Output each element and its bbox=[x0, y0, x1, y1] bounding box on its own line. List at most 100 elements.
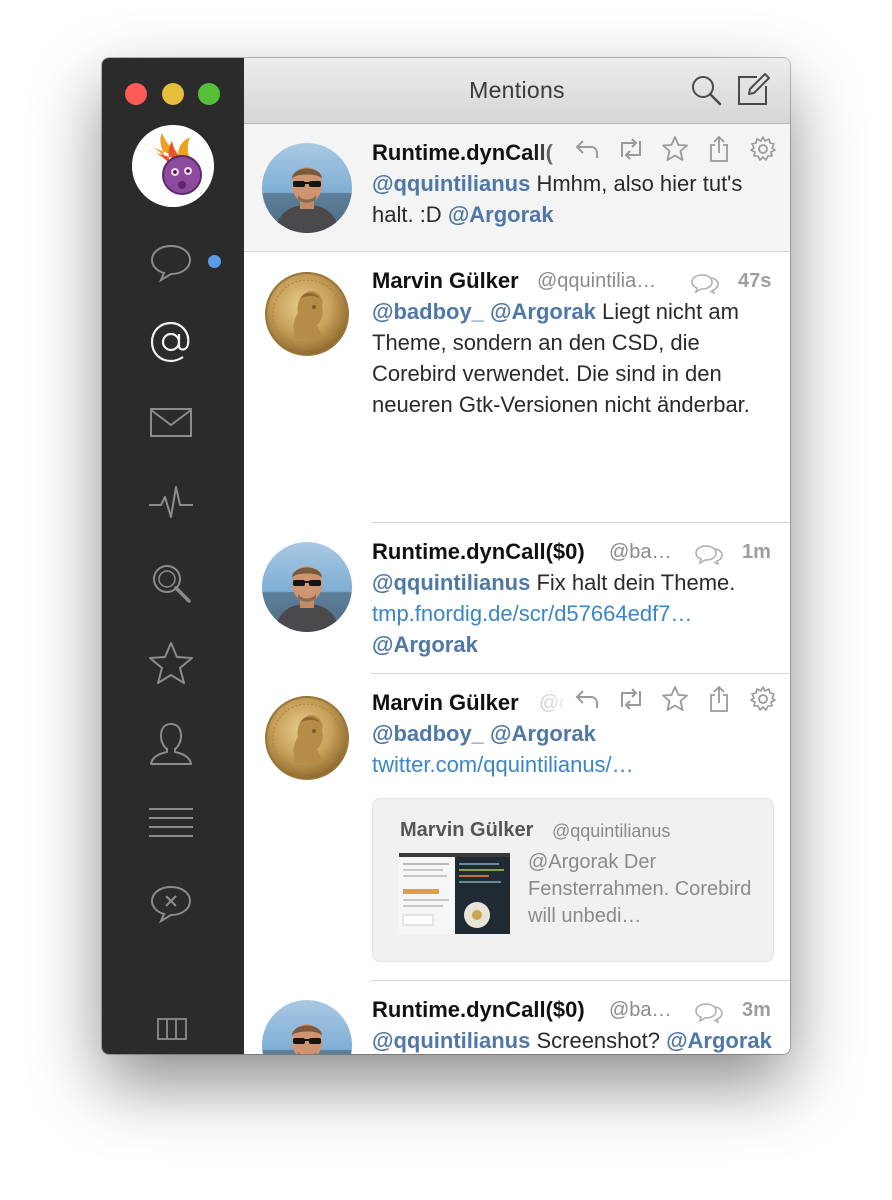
quoted-author-handle[interactable]: @qquintilianus bbox=[552, 821, 670, 842]
man-sunglasses-avatar-icon bbox=[262, 542, 352, 632]
conversation-icon bbox=[695, 1003, 723, 1023]
favorite-button[interactable] bbox=[660, 134, 690, 164]
columns-toggle[interactable] bbox=[155, 1014, 189, 1044]
tweet-item[interactable]: Runtime.dynCall($0) @ba… 3m @qquintilian… bbox=[244, 981, 790, 1054]
mention-link[interactable]: @Argorak bbox=[448, 202, 554, 227]
author-handle[interactable]: @ba… bbox=[609, 541, 684, 564]
mention-link[interactable]: @qquintilianus bbox=[372, 171, 530, 196]
mention-link[interactable]: @Argorak bbox=[372, 632, 478, 657]
search-icon bbox=[153, 565, 191, 603]
favorite-icon bbox=[662, 136, 688, 161]
reply-button[interactable] bbox=[572, 684, 602, 714]
screenshot-thumbnail-icon bbox=[399, 853, 510, 934]
star-icon bbox=[149, 642, 193, 684]
author-avatar[interactable] bbox=[262, 1000, 352, 1054]
tweet-text: @qquintilianus Hmhm, also hier tut's hal… bbox=[372, 168, 772, 230]
main-panel: Mentions Runtime.dynCall(@qquintilianus… bbox=[244, 58, 790, 1054]
favorite-icon bbox=[662, 686, 688, 711]
tweet-time[interactable]: 3m bbox=[742, 999, 771, 1022]
app-window: Mentions Runtime.dynCall(@qquintilianus… bbox=[102, 58, 790, 1054]
sidebar-item-activity[interactable] bbox=[143, 475, 199, 531]
chat-bubble-icon bbox=[150, 244, 192, 283]
tweet-text: @badboy_ @Argorak Liegt nicht am Theme, … bbox=[372, 296, 772, 420]
filter-icon bbox=[150, 885, 192, 924]
sidebar-item-search[interactable] bbox=[143, 555, 199, 611]
sidebar-item-lists[interactable] bbox=[143, 795, 199, 851]
mention-link[interactable]: @qquintilianus bbox=[372, 1028, 530, 1053]
compose-button[interactable] bbox=[735, 72, 771, 108]
man-sunglasses-avatar-icon bbox=[262, 1000, 352, 1054]
zoom-window-button[interactable] bbox=[198, 83, 220, 105]
settings-button[interactable] bbox=[748, 684, 778, 714]
retweet-button[interactable] bbox=[616, 684, 646, 714]
gold-coin-avatar-icon bbox=[262, 693, 352, 783]
tweet-actions bbox=[572, 134, 778, 164]
tweet-actions bbox=[572, 684, 778, 714]
quoted-author-name[interactable]: Marvin Gülker bbox=[400, 819, 533, 842]
tweet-item[interactable]: Runtime.dynCall($0) @ba… 1m @qquintilian… bbox=[244, 523, 790, 674]
tweet-item[interactable]: Marvin Gülker @qquintilia… 47s @badboy_ … bbox=[244, 252, 790, 523]
man-sunglasses-avatar-icon bbox=[262, 143, 352, 233]
sidebar-item-mentions[interactable] bbox=[143, 314, 199, 370]
close-window-button[interactable] bbox=[125, 83, 147, 105]
gold-coin-avatar-icon bbox=[262, 269, 352, 359]
settings-icon bbox=[750, 136, 776, 161]
url-link[interactable]: twitter.com/qquintilianus/… bbox=[372, 752, 634, 777]
mention-link[interactable]: @qquintilianus bbox=[372, 570, 530, 595]
share-button[interactable] bbox=[704, 684, 734, 714]
author-avatar[interactable] bbox=[262, 143, 352, 233]
tweet-item[interactable]: Marvin Gülker @c bbox=[244, 674, 790, 981]
tweet-text: @badboy_ @Argorak twitter.com/qquintilia… bbox=[372, 718, 772, 780]
retweet-icon bbox=[621, 138, 641, 160]
mention-link[interactable]: @Argorak bbox=[490, 721, 596, 746]
settings-button[interactable] bbox=[748, 134, 778, 164]
mention-link[interactable]: @badboy_ bbox=[372, 299, 484, 324]
sidebar bbox=[102, 58, 244, 1054]
tweet-text: @qquintilianus Screenshot? @Argorak bbox=[372, 1025, 772, 1054]
favorite-button[interactable] bbox=[660, 684, 690, 714]
quoted-media-thumbnail[interactable] bbox=[399, 853, 510, 934]
author-avatar[interactable] bbox=[262, 693, 352, 783]
sidebar-item-home[interactable] bbox=[143, 233, 199, 289]
search-button[interactable] bbox=[688, 72, 724, 108]
retweet-icon bbox=[621, 688, 641, 710]
account-avatar[interactable] bbox=[132, 125, 214, 207]
sidebar-item-favorites[interactable] bbox=[143, 635, 199, 691]
retweet-button[interactable] bbox=[616, 134, 646, 164]
sidebar-item-profile[interactable] bbox=[143, 715, 199, 771]
sidebar-item-messages[interactable] bbox=[143, 394, 199, 450]
mention-link[interactable]: @badboy_ bbox=[372, 721, 484, 746]
activity-icon bbox=[149, 486, 193, 518]
author-name[interactable]: Runtime.dynCall($0) bbox=[372, 997, 585, 1023]
author-name[interactable]: Marvin Gülker bbox=[372, 268, 519, 294]
minimize-window-button[interactable] bbox=[162, 83, 184, 105]
title-bar: Mentions bbox=[244, 58, 790, 124]
conversation-icon bbox=[695, 545, 723, 565]
quoted-tweet[interactable]: Marvin Gülker @qquintilianus @Argorak De… bbox=[372, 798, 774, 962]
url-link[interactable]: tmp.fnordig.de/scr/d57664edf7… bbox=[372, 601, 692, 626]
tweet-feed[interactable]: Runtime.dynCall(@qquintilianus Hmhm, al… bbox=[244, 124, 790, 1054]
author-name[interactable]: Runtime.dynCall($0) bbox=[372, 539, 585, 565]
share-button[interactable] bbox=[704, 134, 734, 164]
author-handle[interactable]: @qquintilia… bbox=[537, 270, 672, 293]
share-icon bbox=[710, 685, 728, 712]
reply-icon bbox=[575, 140, 598, 158]
author-name[interactable]: Marvin Gülker bbox=[372, 690, 519, 716]
unread-indicator bbox=[208, 255, 221, 268]
author-handle[interactable]: @ba… bbox=[609, 999, 684, 1022]
list-icon bbox=[149, 808, 193, 837]
mention-link[interactable]: @Argorak bbox=[490, 299, 596, 324]
meteor-avatar-icon bbox=[132, 125, 214, 207]
mention-link[interactable]: @Argorak bbox=[666, 1028, 772, 1053]
tweet-item[interactable]: Runtime.dynCall(@qquintilianus Hmhm, al… bbox=[244, 124, 790, 252]
quoted-text: @Argorak Der Fensterrahmen. Corebird wil… bbox=[528, 851, 752, 927]
tweet-text-segment: Screenshot? bbox=[530, 1028, 667, 1053]
conversation-icon bbox=[691, 274, 719, 294]
tweet-time[interactable]: 1m bbox=[742, 541, 771, 564]
author-avatar[interactable] bbox=[262, 542, 352, 632]
tweet-time[interactable]: 47s bbox=[738, 270, 771, 293]
author-avatar[interactable] bbox=[262, 269, 352, 359]
sidebar-item-filters[interactable] bbox=[143, 875, 199, 931]
columns-icon bbox=[157, 1018, 187, 1040]
reply-button[interactable] bbox=[572, 134, 602, 164]
